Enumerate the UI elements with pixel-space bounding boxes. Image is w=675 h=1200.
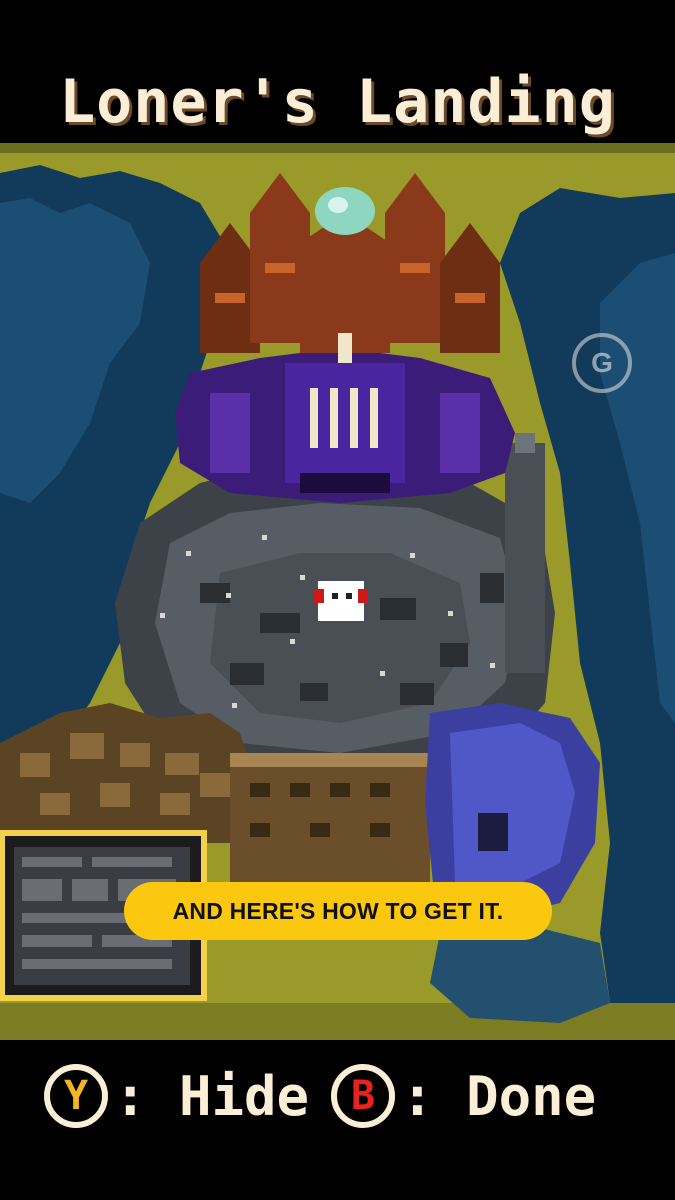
watermark-logo-icon: G [572,333,632,393]
hide-label: : Hide [114,1064,310,1128]
done-label: : Done [401,1064,597,1128]
b-button-icon[interactable]: B [331,1064,396,1128]
title-bar: Loner's Landing [0,0,675,143]
location-title: Loner's Landing [59,67,616,137]
y-button-icon[interactable]: Y [44,1064,108,1128]
orb [315,187,375,235]
control-hints: Y : Hide B : Done [44,1056,618,1136]
player-marker-icon [314,581,368,621]
caption-banner: AND HERE'S HOW TO GET IT. [124,882,552,940]
